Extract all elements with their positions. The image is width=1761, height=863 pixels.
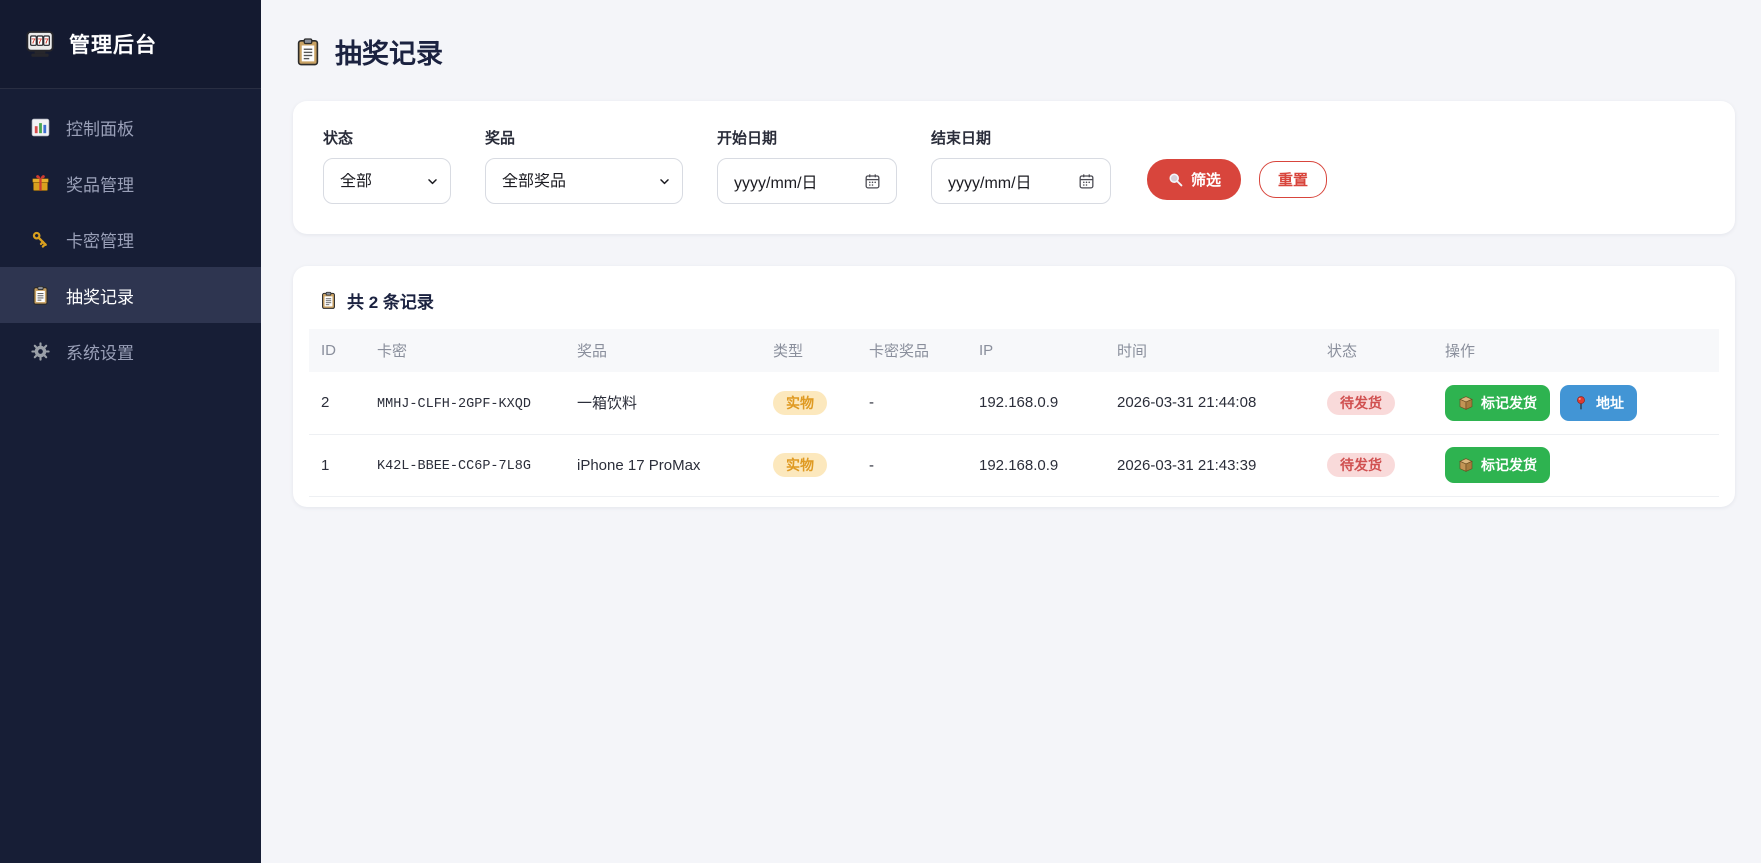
clipboard-icon — [319, 291, 338, 310]
chart-icon — [30, 117, 51, 138]
sidebar-item-prizes[interactable]: 奖品管理 — [0, 155, 261, 211]
calendar-icon[interactable] — [1077, 172, 1096, 191]
cell-status: 待发货 — [1315, 434, 1433, 496]
search-icon — [1167, 171, 1184, 188]
table-body: 2 MMHJ-CLFH-2GPF-KXQD 一箱饮料实物 -192.168.0.920… — [309, 372, 1719, 496]
cell-actions: 标记发货 — [1433, 434, 1719, 496]
slot-machine-icon: 777 — [24, 28, 56, 60]
svg-text:7: 7 — [38, 37, 42, 46]
calendar-icon[interactable] — [863, 172, 882, 191]
prize-select[interactable]: 全部奖品 — [485, 158, 683, 204]
status-badge: 待发货 — [1327, 453, 1395, 477]
cell-id: 1 — [309, 434, 365, 496]
column-header: 时间 — [1105, 329, 1315, 372]
records-summary: 共 2 条记录 — [319, 288, 1719, 313]
cell-status: 待发货 — [1315, 372, 1433, 434]
cell-card-prize: - — [857, 372, 967, 434]
clipboard-icon — [293, 37, 323, 67]
records-summary-text: 共 2 条记录 — [347, 288, 434, 313]
gear-icon — [30, 341, 51, 362]
svg-text:7: 7 — [31, 37, 35, 46]
page-title: 抽奖记录 — [293, 32, 1735, 71]
column-header: 卡密奖品 — [857, 329, 967, 372]
gift-icon — [30, 173, 51, 194]
sidebar-item-label: 控制面板 — [66, 115, 134, 140]
main-content: 抽奖记录 状态 全部 奖品 全部奖品 — [261, 0, 1761, 863]
cell-card-key: K42L-BBEE-CC6P-7L8G — [365, 434, 565, 496]
cell-actions: 标记发货地址 — [1433, 372, 1719, 434]
svg-text:7: 7 — [44, 37, 48, 46]
start-date-input[interactable]: yyyy/mm/日 — [717, 158, 897, 204]
start-date-label: 开始日期 — [717, 127, 897, 148]
key-icon — [30, 229, 51, 250]
end-date-input[interactable]: yyyy/mm/日 — [931, 158, 1111, 204]
sidebar-item-label: 系统设置 — [66, 339, 134, 364]
table-header-row: ID卡密奖品类型卡密奖品IP时间状态操作 — [309, 329, 1719, 372]
package-icon — [1458, 457, 1474, 473]
cell-time: 2026-03-31 21:44:08 — [1105, 372, 1315, 434]
cell-id: 2 — [309, 372, 365, 434]
cell-ip: 192.168.0.9 — [967, 372, 1105, 434]
column-header: 卡密 — [365, 329, 565, 372]
table-row: 1 K42L-BBEE-CC6P-7L8G iPhone 17 ProMax 实物 -1… — [309, 434, 1719, 496]
column-header: 类型 — [761, 329, 857, 372]
pin-icon — [1573, 395, 1589, 411]
mark-shipped-button[interactable]: 标记发货 — [1445, 447, 1550, 483]
table-row: 2 MMHJ-CLFH-2GPF-KXQD 一箱饮料实物 -192.168.0.920… — [309, 372, 1719, 434]
cell-prize: iPhone 17 ProMax — [565, 434, 761, 496]
mark-shipped-button[interactable]: 标记发货 — [1445, 385, 1550, 421]
reset-button[interactable]: 重置 — [1259, 161, 1327, 198]
records-card: 共 2 条记录 ID卡密奖品类型卡密奖品IP时间状态操作 2MMHJ-CLFH-… — [293, 266, 1735, 507]
type-badge: 实物 — [773, 453, 827, 477]
sidebar-item-records[interactable]: 抽奖记录 — [0, 267, 261, 323]
cell-card-key: MMHJ-CLFH-2GPF-KXQD — [365, 372, 565, 434]
clipboard-icon — [30, 285, 51, 306]
cell-prize: 一箱饮料 — [565, 372, 761, 434]
page-title-text: 抽奖记录 — [335, 32, 443, 71]
package-icon — [1458, 395, 1474, 411]
app-logo: 777 管理后台 — [0, 0, 261, 89]
cell-card-prize: - — [857, 434, 967, 496]
app-title: 管理后台 — [69, 29, 157, 59]
type-badge: 实物 — [773, 391, 827, 415]
sidebar-item-cardkeys[interactable]: 卡密管理 — [0, 211, 261, 267]
sidebar-item-label: 奖品管理 — [66, 171, 134, 196]
sidebar-nav: 控制面板奖品管理卡密管理抽奖记录系统设置 — [0, 89, 261, 379]
column-header: IP — [967, 329, 1105, 372]
filter-card: 状态 全部 奖品 全部奖品 开始日期 — [293, 101, 1735, 234]
card-key: MMHJ-CLFH-2GPF-KXQD — [377, 397, 531, 412]
cell-type: 实物 — [761, 434, 857, 496]
cell-ip: 192.168.0.9 — [967, 434, 1105, 496]
records-table: ID卡密奖品类型卡密奖品IP时间状态操作 2MMHJ-CLFH-2GPF-KXQ… — [309, 329, 1719, 497]
status-select[interactable]: 全部 — [323, 158, 451, 204]
status-badge: 待发货 — [1327, 391, 1395, 415]
status-label: 状态 — [323, 127, 451, 148]
column-header: 操作 — [1433, 329, 1719, 372]
sidebar-item-dashboard[interactable]: 控制面板 — [0, 99, 261, 155]
sidebar: 777 管理后台 控制面板奖品管理卡密管理抽奖记录系统设置 — [0, 0, 261, 863]
address-button[interactable]: 地址 — [1560, 385, 1637, 421]
filter-button[interactable]: 筛选 — [1147, 159, 1241, 200]
prize-label: 奖品 — [485, 127, 683, 148]
end-date-label: 结束日期 — [931, 127, 1111, 148]
column-header: 奖品 — [565, 329, 761, 372]
sidebar-item-settings[interactable]: 系统设置 — [0, 323, 261, 379]
column-header: ID — [309, 329, 365, 372]
cell-type: 实物 — [761, 372, 857, 434]
sidebar-item-label: 抽奖记录 — [66, 283, 134, 308]
card-key: K42L-BBEE-CC6P-7L8G — [377, 459, 531, 474]
column-header: 状态 — [1315, 329, 1433, 372]
sidebar-item-label: 卡密管理 — [66, 227, 134, 252]
cell-time: 2026-03-31 21:43:39 — [1105, 434, 1315, 496]
